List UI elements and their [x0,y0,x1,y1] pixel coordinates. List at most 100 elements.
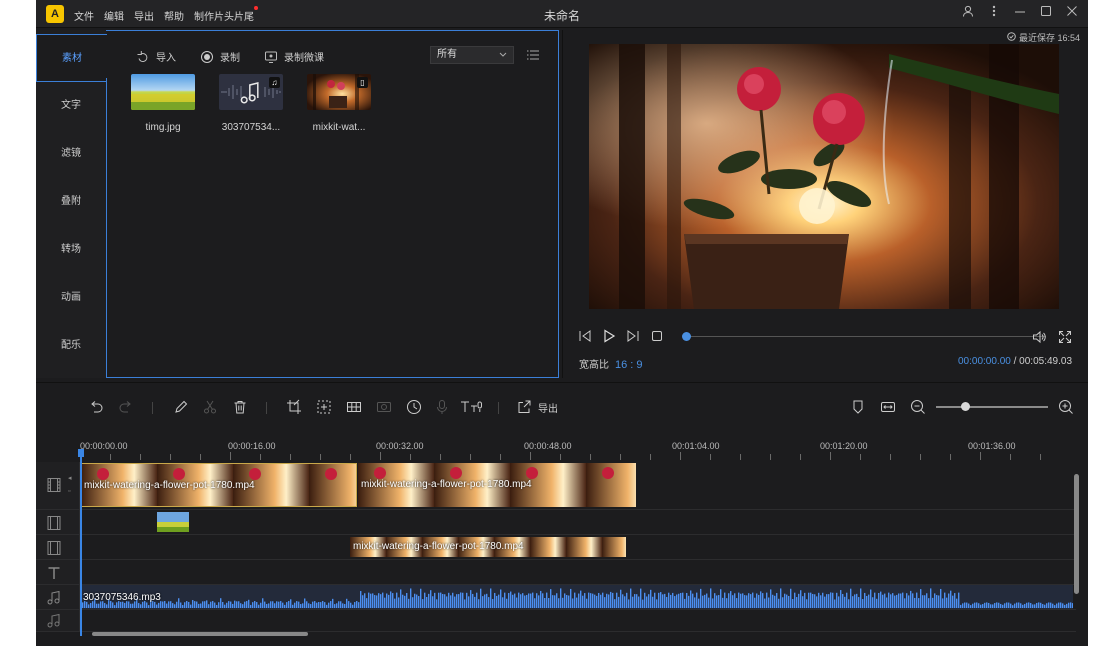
video-preview[interactable] [589,44,1059,309]
waveform-bar [644,592,646,608]
sidebar-item-transitions[interactable]: 转场 [36,226,106,274]
menu-edit[interactable]: 编辑 [104,8,124,23]
ruler-tick [770,454,771,460]
export-button[interactable]: 导出 [516,399,558,415]
sidebar-item-animation[interactable]: 动画 [36,274,106,322]
waveform-bar [362,595,364,608]
next-frame-icon[interactable] [626,329,640,343]
pip-video-clip[interactable]: mixkit-watering-a-flower-pot-1780.mp4 [350,537,626,557]
previous-frame-icon[interactable] [578,329,592,343]
media-filter-dropdown[interactable]: 所有 [430,46,514,64]
sidebar-item-media[interactable]: 素材 [36,34,107,82]
speaker-icon[interactable]: ◂ [68,474,72,482]
waveform-bar [802,596,804,608]
music-note-icon: ♫ [269,77,280,88]
zoom-in-button[interactable] [1058,399,1074,415]
waveform-bar [980,604,982,608]
playhead[interactable] [80,451,82,636]
undo-button[interactable] [88,399,104,415]
text-to-speech-icon [461,401,482,412]
volume-icon[interactable] [1032,330,1046,344]
edit-button[interactable] [173,399,189,415]
menu-file[interactable]: 文件 [74,8,94,23]
video-clip[interactable]: mixkit-watering-a-flower-pot-1780.mp4 [358,463,636,507]
menu-export[interactable]: 导出 [134,8,154,23]
mosaic-icon [347,402,361,412]
waveform-bar [970,605,972,608]
waveform-bar [650,589,652,608]
marker-button[interactable] [850,399,866,415]
fullscreen-icon[interactable] [1058,330,1072,344]
media-item-audio[interactable]: ♫ [219,74,283,110]
timeline-zoom-handle[interactable] [961,402,970,411]
waveform-bar [518,592,520,608]
waveform-bar [436,599,438,608]
sidebar-item-overlays[interactable]: 叠附 [36,178,106,226]
waveform-bar [974,602,976,608]
maximize-icon[interactable] [1038,5,1054,20]
waveform-bar [132,603,134,608]
timeline-ruler[interactable]: 00:00:00.00 00:00:16.00 00:00:32.00 00:0… [36,432,1088,462]
waveform-bar [396,592,398,608]
timeline-vertical-scrollbar[interactable] [1074,474,1079,594]
lock-icon[interactable]: ▫ [68,488,70,495]
list-view-icon[interactable] [526,48,540,62]
image-clip[interactable] [157,512,189,532]
ruler-tick [950,454,951,460]
waveform-bar [668,592,670,608]
seek-bar[interactable] [686,336,1046,337]
media-item-image[interactable] [131,74,195,110]
import-icon [137,50,148,62]
menu-intro-outro[interactable]: 制作片头片尾 [194,6,258,23]
sidebar-item-music[interactable]: 配乐 [36,322,106,370]
fit-timeline-button[interactable] [880,399,896,415]
record-micro-lesson-button[interactable]: 录制微课 [264,49,324,64]
crop-button[interactable] [286,399,302,415]
waveform-bar [468,596,470,608]
split-button[interactable] [202,399,218,415]
waveform-bar [312,601,314,608]
play-icon[interactable] [602,329,616,343]
voiceover-button[interactable] [434,399,450,415]
undo-icon [91,401,103,413]
waveform-bar [844,596,846,608]
close-icon[interactable] [1064,5,1080,20]
waveform-bar [1000,603,1002,608]
waveform-bar [254,601,256,608]
timeline-zoom-slider[interactable] [936,406,1048,408]
waveform-bar [964,602,966,608]
import-button[interactable]: 导入 [136,49,176,64]
menu-help[interactable]: 帮助 [164,8,184,23]
waveform-bar [1038,602,1040,608]
minimize-icon[interactable] [1012,5,1028,20]
sidebar-item-text[interactable]: 文字 [36,82,106,130]
stop-icon[interactable] [650,329,664,343]
waveform-bar [604,597,606,608]
delete-button[interactable] [232,399,248,415]
media-item-video[interactable]: ▯ [307,74,371,110]
waveform-bar [692,593,694,608]
waveform-bar [222,601,224,608]
text-to-speech-button[interactable] [460,399,484,415]
duration-button[interactable] [406,399,422,415]
redo-button[interactable] [118,399,134,415]
mosaic-button[interactable] [346,399,362,415]
video-clip[interactable]: mixkit-watering-a-flower-pot-1780.mp4 [80,463,357,507]
timeline-horizontal-scrollbar[interactable] [92,632,308,636]
seek-handle[interactable] [682,332,691,341]
waveform-bar [276,601,278,608]
sidebar-item-filters[interactable]: 滤镜 [36,130,106,178]
more-icon[interactable] [986,5,1002,20]
user-icon[interactable] [960,5,976,20]
waveform-bar [196,601,198,608]
zoom-out-button[interactable] [910,399,926,415]
zoom-in-clip-button[interactable] [316,399,332,415]
freeze-frame-button[interactable] [376,399,392,415]
waveform-bar [762,593,764,608]
playhead-handle[interactable] [78,449,84,457]
aspect-ratio-value[interactable]: 16 : 9 [615,359,643,371]
waveform-bar [1022,604,1024,608]
waveform-bar [400,589,402,608]
record-button[interactable]: 录制 [200,49,240,64]
audio-clip[interactable]: 3037075346.mp3 [80,585,1073,609]
